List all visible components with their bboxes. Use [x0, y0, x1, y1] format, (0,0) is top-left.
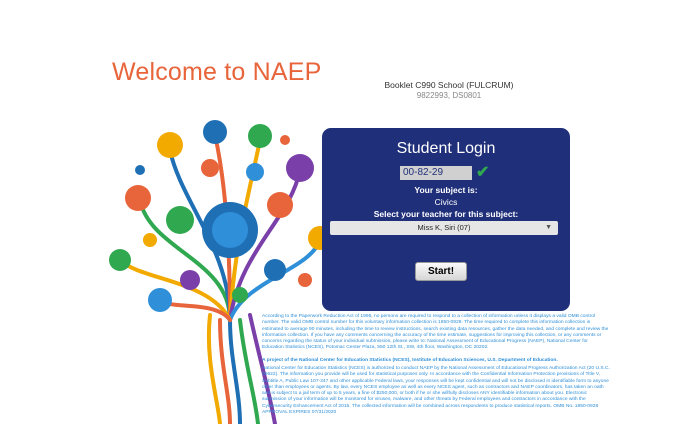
project-notice: A project of the National Center for Edu…	[262, 358, 558, 363]
confidentiality-notice: National Center for Education Statistics…	[262, 366, 610, 416]
teacher-select[interactable]: Miss K, Siri (07) ▼	[330, 221, 558, 235]
booklet-name: Booklet C990 School (FULCRUM)	[384, 80, 514, 90]
teacher-selected-value: Miss K, Siri (07)	[417, 223, 471, 232]
student-id-field[interactable]	[400, 166, 472, 180]
subject-value: Civics	[434, 197, 458, 207]
login-title: Student Login	[396, 140, 496, 157]
booklet-code: 9822993, DS0801	[416, 91, 482, 100]
check-icon: ✔	[476, 164, 490, 181]
student-login-panel: Student Login ✔ Your subject is: Civics …	[322, 128, 570, 311]
paperwork-notice: According to the Paperwork Reduction Act…	[262, 314, 609, 351]
dropdown-arrow-icon: ▼	[545, 224, 552, 231]
start-button[interactable]: Start!	[415, 262, 467, 281]
booklet-info: Booklet C990 School (FULCRUM) 9822993, D…	[384, 80, 514, 100]
welcome-title: Welcome to NAEP	[112, 58, 322, 86]
subject-label: Your subject is:	[414, 185, 478, 195]
teacher-label: Select your teacher for this subject:	[373, 209, 519, 219]
